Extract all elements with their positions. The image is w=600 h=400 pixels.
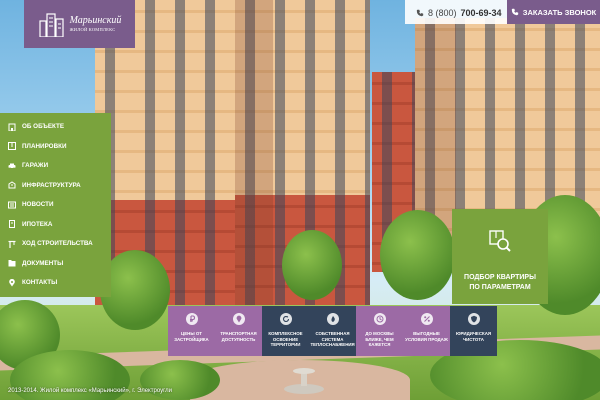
logo-title: Марьинский: [69, 14, 122, 26]
nav-item-infrastructure[interactable]: ИНФРАСТРУКТУРА: [0, 176, 111, 196]
phone-icon: [416, 9, 424, 17]
apartment-search-label: ПОДБОР КВАРТИРЫ ПО ПАРАМЕТРАМ: [464, 274, 536, 291]
nav-item-label: ИНФРАСТРУКТУРА: [22, 181, 81, 189]
crane-icon: [8, 240, 16, 248]
buildings-logo-icon: [38, 13, 64, 37]
nav-item-label: ХОД СТРОИТЕЛЬСТВА: [22, 240, 93, 248]
nav-item-news[interactable]: НОВОСТИ: [0, 195, 111, 215]
pin-icon: [8, 278, 16, 287]
nav-item-label: ОБ ОБЪЕКТЕ: [22, 123, 65, 131]
mortgage-icon: [8, 220, 16, 229]
nav-item-garages[interactable]: ГАРАЖИ: [0, 156, 111, 176]
feature-tile[interactable]: КОМПЛЕКСНОЕ ОСВОЕНИЕ ТЕРРИТОРИИ: [262, 306, 309, 356]
building-icon: [8, 123, 16, 131]
nav-item-label: КОНТАКТЫ: [22, 279, 58, 287]
feature-label: ТРАНСПОРТНАЯ ДОСТУПНОСТЬ: [220, 331, 257, 342]
phone-number[interactable]: 8 (800) 700-69-34: [416, 7, 502, 19]
feature-label: ДО МОСКВЫ БЛИЖЕ, ЧЕМ КАЖЕТСЯ: [365, 331, 394, 347]
nav-item-construction[interactable]: ХОД СТРОИТЕЛЬСТВА: [0, 234, 111, 254]
refresh-icon: [279, 313, 292, 325]
logo-subtitle: ЖИЛОЙ КОМПЛЕКС: [69, 26, 116, 32]
nav-item-contacts[interactable]: КОНТАКТЫ: [0, 273, 111, 293]
feature-label: ЮРИДИЧЕСКАЯ ЧИСТОТА: [455, 331, 492, 342]
feature-label: СОБСТВЕННАЯ СИСТЕМА ТЕПЛОСНАБЖЕНИЯ: [310, 331, 355, 347]
feature-tile[interactable]: ВЫГОДНЫЕ УСЛОВИЯ ПРОДАЖ: [403, 306, 450, 356]
feature-tile[interactable]: СОБСТВЕННАЯ СИСТЕМА ТЕПЛОСНАБЖЕНИЯ: [309, 306, 356, 356]
nav-item-label: ГАРАЖИ: [22, 162, 49, 170]
nav-item-label: ПЛАНИРОВКИ: [22, 142, 67, 150]
nav-item-label: ИПОТЕКА: [22, 220, 53, 228]
heat-icon: [326, 313, 339, 325]
infrastructure-icon: [8, 181, 16, 189]
phone-icon: [511, 8, 518, 16]
feature-tile[interactable]: ТРАНСПОРТНАЯ ДОСТУПНОСТЬ: [215, 306, 262, 356]
callback-label: ЗАКАЗАТЬ ЗВОНОК: [522, 7, 597, 17]
feature-tile[interactable]: ДО МОСКВЫ БЛИЖЕ, ЧЕМ КАЖЕТСЯ: [356, 306, 403, 356]
documents-icon: [8, 259, 16, 267]
nav-item-plans[interactable]: ПЛАНИРОВКИ: [0, 137, 111, 157]
feature-label: ЦЕНЫ ОТ ЗАСТРОЙЩИКА: [174, 331, 209, 342]
nav-item-mortgage[interactable]: ИПОТЕКА: [0, 215, 111, 235]
news-icon: [8, 201, 16, 209]
percent-icon: [420, 313, 433, 325]
tree: [282, 230, 342, 300]
bush: [140, 360, 220, 400]
search-plan-icon: [488, 229, 512, 258]
car-icon: [8, 162, 16, 170]
feature-tile[interactable]: ЦЕНЫ ОТ ЗАСТРОЙЩИКА: [168, 306, 215, 356]
footer-copyright: 2013-2014. Жилой комплекс «Марьинский», …: [8, 388, 173, 394]
shield-icon: [467, 313, 480, 325]
tree: [380, 210, 455, 300]
nav-item-documents[interactable]: ДОКУМЕНТЫ: [0, 254, 111, 274]
feature-label: КОМПЛЕКСНОЕ ОСВОЕНИЕ ТЕРРИТОРИИ: [268, 331, 303, 347]
floorplan-icon: [8, 142, 16, 151]
feature-tiles: ЦЕНЫ ОТ ЗАСТРОЙЩИКА ТРАНСПОРТНАЯ ДОСТУПН…: [168, 306, 497, 356]
feature-tile[interactable]: ЮРИДИЧЕСКАЯ ЧИСТОТА: [450, 306, 497, 356]
nav-item-label: ДОКУМЕНТЫ: [22, 259, 64, 267]
phone-prefix: 8 (800): [428, 8, 457, 18]
feature-label: ВЫГОДНЫЕ УСЛОВИЯ ПРОДАЖ: [405, 331, 448, 342]
callback-button[interactable]: ЗАКАЗАТЬ ЗВОНОК: [507, 0, 600, 24]
logo[interactable]: Марьинский ЖИЛОЙ КОМПЛЕКС: [24, 0, 135, 48]
phone-digits: 700-69-34: [460, 8, 502, 18]
nav-item-about[interactable]: ОБ ОБЪЕКТЕ: [0, 117, 111, 137]
location-icon: [232, 313, 245, 325]
fountain: [284, 364, 324, 394]
ruble-icon: [185, 313, 198, 325]
nav-item-label: НОВОСТИ: [22, 201, 54, 209]
apartment-search-button[interactable]: ПОДБОР КВАРТИРЫ ПО ПАРАМЕТРАМ: [452, 209, 548, 304]
main-nav: ОБ ОБЪЕКТЕ ПЛАНИРОВКИ ГАРАЖИ ИНФРАСТРУКТ…: [0, 113, 111, 297]
clock-icon: [373, 313, 386, 325]
